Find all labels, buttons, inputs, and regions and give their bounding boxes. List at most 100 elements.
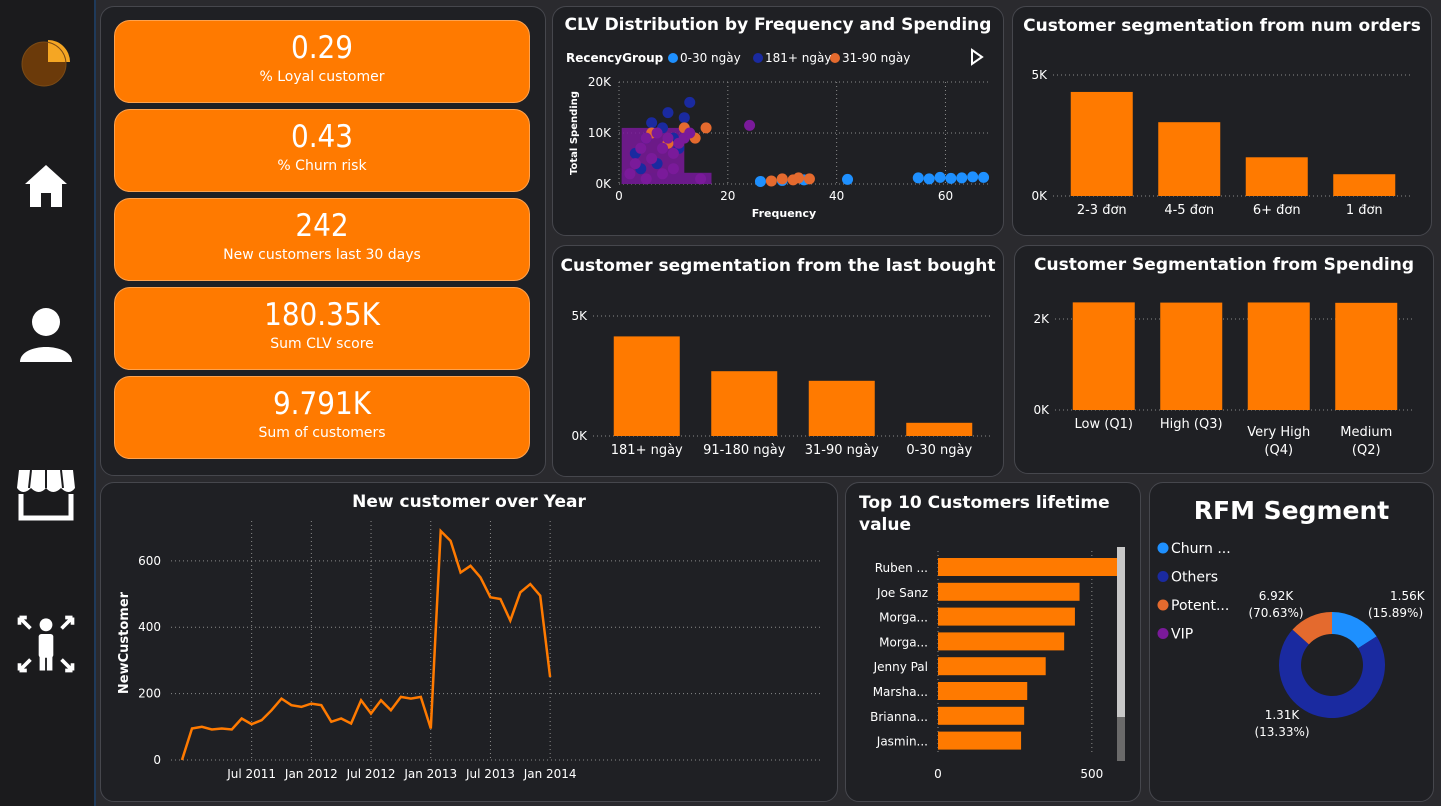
x-tick-label: 6+ đơn — [1253, 203, 1301, 218]
scatter-point — [793, 172, 805, 184]
donut-slice — [1279, 629, 1385, 718]
kpi-card-customers[interactable]: 9.791K Sum of customers — [114, 376, 530, 459]
scatter-point — [700, 122, 712, 134]
seg-last-bought-panel: Customer segmentation from the last boug… — [552, 245, 1004, 477]
y-tick-label: 5K — [571, 309, 588, 323]
x-tick-label: 1 đơn — [1346, 203, 1383, 218]
bar — [1072, 302, 1135, 410]
scatter-point — [640, 132, 652, 144]
x-tick-label: 31-90 ngày — [805, 443, 879, 458]
bar — [1245, 157, 1308, 196]
kpi-label: Sum CLV score — [270, 336, 374, 352]
kpi-card-churn[interactable]: 0.43 % Churn risk — [114, 109, 530, 192]
new-customer-chart[interactable]: 0 200 400 600 Jul 2011 Jan 2012 Jul 2012 Jan 20… — [101, 483, 837, 801]
x-tick-label: 91-180 ngày — [703, 443, 786, 458]
bar — [1333, 174, 1396, 196]
scrollbar-thumb[interactable] — [1117, 547, 1125, 717]
scatter-point — [842, 173, 854, 185]
bar — [938, 558, 1120, 576]
pie-chart-icon[interactable] — [14, 30, 78, 94]
scatter-point — [662, 132, 674, 144]
legend-label: 0-30 ngày — [680, 51, 741, 65]
rfm-donut-chart[interactable]: 1.56K (15.89%) 6.92K (70.63%) 1.31K (13.33%) C… — [1150, 483, 1433, 801]
bar — [1160, 302, 1223, 410]
y-axis-label: Total Spending — [569, 91, 580, 175]
scatter-point — [912, 172, 924, 184]
kpi-value: 180.35K — [264, 297, 380, 333]
scatter-point — [765, 175, 777, 187]
rfm-panel: RFM Segment 1.56K (15.89%) 6.92K (70.63%) 1.… — [1149, 482, 1434, 802]
scatter-point — [651, 127, 663, 139]
y-tick-label: 2K — [1033, 312, 1050, 326]
kpi-value: 0.43 — [290, 119, 354, 155]
data-label: (70.63%) — [1248, 606, 1303, 620]
scatter-point — [657, 168, 669, 180]
x-tick-label: Jul 2011 — [226, 767, 276, 781]
y-tick-label: 0 — [153, 753, 161, 767]
scatter-point — [803, 173, 815, 185]
scatter-point — [667, 163, 679, 175]
x-tick-label: Jul 2012 — [346, 767, 396, 781]
x-tick-label: 181+ ngày — [611, 443, 683, 458]
data-label: (13.33%) — [1254, 725, 1309, 739]
legend-marker — [1157, 542, 1169, 554]
clv-scatter-chart[interactable]: 0K 10K 20K 0 20 40 60 Frequency Total Spending Re… — [553, 7, 1003, 235]
scatter-point — [646, 117, 658, 129]
scatter-point — [646, 153, 658, 164]
home-icon[interactable] — [14, 154, 78, 218]
x-tick-label: Medium — [1340, 425, 1392, 440]
scatter-point — [640, 173, 652, 185]
category-label: Jenny Pal — [873, 660, 928, 674]
seg-orders-chart[interactable]: 0K 5K 2-3 đơn 4-5 đơn 6+ đơn 1 đơn — [1013, 7, 1431, 235]
scatter-point — [662, 107, 674, 119]
scatter-point — [624, 168, 636, 180]
bar — [711, 371, 778, 436]
legend-marker — [753, 53, 763, 63]
kpi-value: 9.791K — [272, 386, 372, 422]
x-tick-label: High (Q3) — [1160, 417, 1223, 432]
bar — [1335, 302, 1398, 410]
x-tick-label: 4-5 đơn — [1164, 203, 1214, 218]
customer-network-icon[interactable] — [14, 612, 78, 676]
legend-title: RecencyGroup — [566, 51, 664, 65]
top10-panel: Top 10 Customers lifetime value 0 500 Rube… — [845, 482, 1141, 802]
legend-label: 31-90 ngày — [842, 51, 910, 65]
x-tick-label: 20 — [720, 189, 735, 203]
bar — [906, 422, 973, 436]
legend-marker — [1157, 599, 1169, 611]
seg-last-bought-chart[interactable]: 0K 5K 181+ ngày 91-180 ngày 31-90 ngày 0-30 n… — [553, 246, 1003, 476]
y-tick-label: 200 — [138, 687, 161, 701]
seg-spending-chart[interactable]: 0K 2K Low (Q1) High (Q3) Very High (Q4) Medium… — [1015, 246, 1433, 473]
data-label: 1.31K — [1265, 708, 1301, 722]
x-tick-label: Jan 2013 — [403, 767, 457, 781]
kpi-label: % Loyal customer — [259, 69, 385, 85]
x-tick-label: Very High — [1247, 425, 1310, 440]
y-tick-label: 10K — [588, 126, 612, 140]
legend-next-icon[interactable] — [971, 48, 984, 66]
bar — [613, 336, 680, 436]
kpi-card-new-customers[interactable]: 242 New customers last 30 days — [114, 198, 530, 281]
bar — [938, 582, 1080, 601]
x-tick-label: Jan 2012 — [284, 767, 338, 781]
series-line — [180, 528, 552, 761]
x-tick-label: 2-3 đơn — [1077, 203, 1127, 218]
bar — [1070, 91, 1133, 196]
seg-orders-panel: Customer segmentation from num orders 0K… — [1012, 6, 1432, 236]
legend-marker — [1157, 571, 1169, 582]
legend-label: Others — [1171, 570, 1218, 586]
top10-chart[interactable]: 0 500 Ruben ... Joe Sanz Morga... Morga... Jen… — [846, 483, 1140, 801]
user-icon[interactable] — [14, 302, 78, 366]
x-tick-label: 0-30 ngày — [906, 443, 972, 458]
scatter-point — [923, 173, 935, 185]
scatter-point — [956, 172, 968, 184]
x-axis-label: Frequency — [752, 207, 816, 220]
y-tick-label: 5K — [1031, 68, 1048, 82]
store-icon[interactable] — [14, 462, 78, 526]
category-label: Marsha... — [873, 685, 928, 699]
bar — [1247, 302, 1310, 410]
kpi-card-clv[interactable]: 180.35K Sum CLV score — [114, 287, 530, 370]
category-label: Joe Sanz — [876, 586, 928, 600]
x-tick-label: (Q4) — [1264, 443, 1293, 458]
data-label: 6.92K — [1259, 589, 1295, 603]
kpi-card-loyal[interactable]: 0.29 % Loyal customer — [114, 20, 530, 103]
